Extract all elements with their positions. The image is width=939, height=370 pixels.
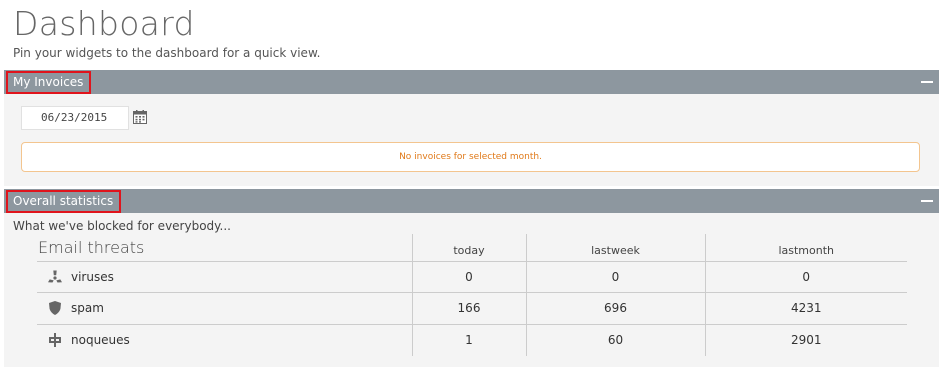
table-row: viruses 0 0 0 <box>37 261 907 293</box>
page-subtitle: Pin your widgets to the dashboard for a … <box>13 46 321 60</box>
no-invoices-notice: No invoices for selected month. <box>21 142 920 172</box>
stats-panel-header[interactable]: Overall statistics <box>4 189 939 213</box>
cell-noqueues-lastweek: 60 <box>525 324 705 356</box>
table-header-row: Email threats today lastweek lastmonth <box>37 234 907 262</box>
threat-label-noqueues: noqueues <box>71 333 130 348</box>
category-heading: Email threats <box>37 234 412 262</box>
cell-spam-lastmonth: 4231 <box>704 292 907 325</box>
column-header-lastmonth: lastmonth <box>704 234 907 262</box>
shield-icon <box>49 301 61 315</box>
cell-viruses-lastmonth: 0 <box>704 261 907 293</box>
cell-spam-today: 166 <box>411 292 526 325</box>
stats-panel-body: What we've blocked for everybody... Emai… <box>4 213 939 367</box>
invoices-panel-title: My Invoices <box>6 71 92 94</box>
table-row: spam 166 696 4231 <box>37 292 907 325</box>
threat-label-spam: spam <box>71 301 104 315</box>
column-header-today: today <box>411 234 526 262</box>
invoice-date-input[interactable]: 06/23/2015 <box>21 106 129 130</box>
page-title: Dashboard <box>13 4 195 43</box>
email-threats-table: Email threats today lastweek lastmonth v… <box>37 234 907 356</box>
collapse-icon[interactable] <box>921 81 933 83</box>
cell-noqueues-lastmonth: 2901 <box>704 324 907 356</box>
threat-label-viruses: viruses <box>71 269 114 284</box>
biohazard-icon <box>48 270 62 282</box>
invoices-panel-header[interactable]: My Invoices <box>4 70 939 94</box>
stats-panel-title: Overall statistics <box>6 190 122 213</box>
cell-noqueues-today: 1 <box>411 324 526 356</box>
stats-intro-text: What we've blocked for everybody... <box>13 219 231 233</box>
table-row: noqueues 1 60 2901 <box>37 324 907 356</box>
cell-viruses-lastweek: 0 <box>525 261 705 293</box>
queue-icon <box>49 333 61 348</box>
collapse-icon[interactable] <box>921 200 933 202</box>
cell-spam-lastweek: 696 <box>525 292 705 325</box>
cell-viruses-today: 0 <box>411 261 526 293</box>
invoices-panel-body: 06/23/2015 No invoices for selected mont… <box>4 94 939 186</box>
calendar-icon[interactable] <box>133 110 147 124</box>
column-header-lastweek: lastweek <box>525 234 705 262</box>
